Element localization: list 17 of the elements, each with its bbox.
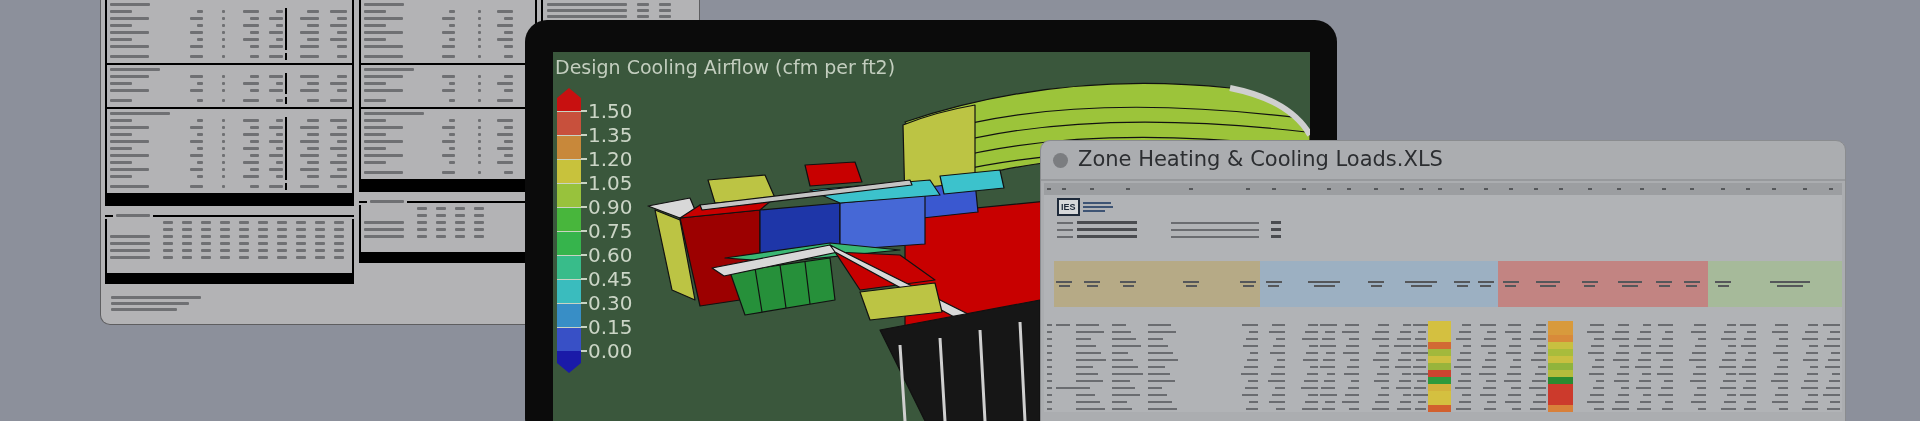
window-button[interactable] [1053,152,1068,168]
colorbar-tick-label: 1.20 [587,147,633,171]
colorbar-end-arrow [557,88,581,111]
colorbar-tick-label: 1.35 [587,123,633,147]
colorbar-tick-label: 0.90 [587,195,633,219]
colorbar-tick-label: 0.30 [587,291,633,315]
window-title: Zone Heating & Cooling Loads.XLS [1078,146,1443,174]
colorbar-end-arrow [557,351,581,373]
colorbar-tick-label: 0.15 [587,315,633,339]
colorbar-tick-label: 0.75 [587,219,633,243]
colorbar-tick-label: 1.05 [587,171,633,195]
logo-mark: IES [1057,198,1080,216]
viewport-title: Design Cooling Airflow (cfm per ft2) [555,56,896,78]
colorbar-tick-label: 0.00 [587,339,633,363]
colorbar-tick-label: 1.50 [587,99,633,123]
colorbar-tick-label: 0.60 [587,243,633,267]
colorbar-tick-label: 0.45 [587,267,633,291]
